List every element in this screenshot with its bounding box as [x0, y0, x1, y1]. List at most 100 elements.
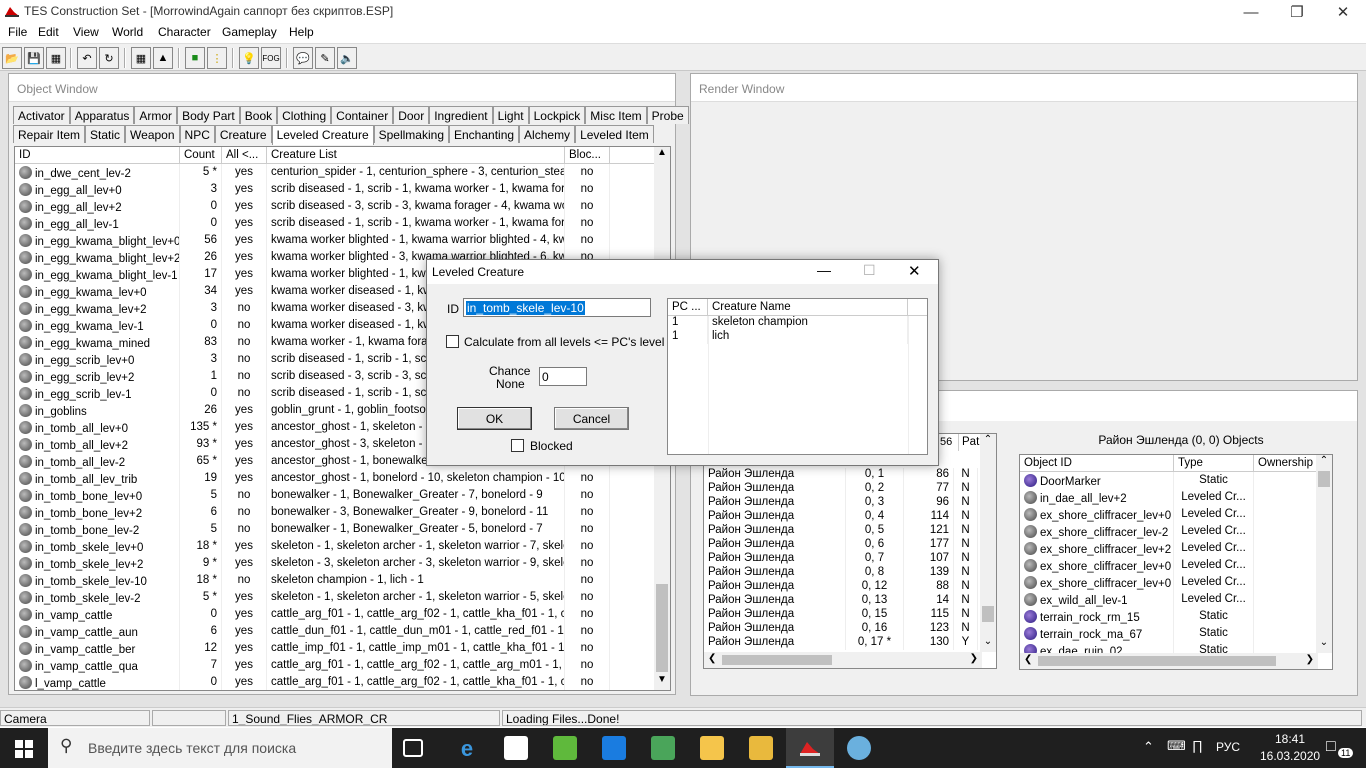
chance-none-field[interactable]: 0 — [539, 367, 587, 386]
object-row[interactable]: ex_shore_cliffracer_lev+0 Leveled Cr... — [1020, 506, 1332, 523]
preferences-icon[interactable]: ▦ — [46, 47, 66, 69]
cell-vertical-scrollbar[interactable]: ⌃ ⌄ — [980, 434, 996, 652]
table-row[interactable]: in_egg_all_lev+2 0 yes scrib diseased - 3, … — [15, 198, 670, 215]
tes-cs-taskbar-button[interactable] — [786, 728, 834, 768]
scroll-up-arrow[interactable]: ▲ — [654, 147, 670, 163]
table-row[interactable]: in_vamp_cattle 0 yes cattle_arg_f01 - 1, ca… — [15, 606, 670, 623]
sound-icon[interactable]: 🔈 — [337, 47, 357, 69]
input-method-icon[interactable]: ⌨ — [1167, 738, 1186, 754]
xbox-app-icon[interactable] — [553, 736, 577, 760]
blocked-checkbox[interactable] — [511, 439, 524, 452]
id-field[interactable]: in_tomb_skele_lev-10 — [463, 298, 651, 317]
table-row[interactable]: in_tomb_skele_lev+0 18 * yes skeleton - 1, … — [15, 538, 670, 555]
fog-icon[interactable]: FOG — [261, 47, 281, 69]
column-header-creature-name[interactable]: Creature Name — [708, 299, 908, 315]
clock-date[interactable]: 16.03.2020 — [1260, 749, 1320, 763]
tab-npc[interactable]: NPC — [179, 125, 215, 143]
object-row[interactable]: ex_shore_cliffracer_lev+2 Leveled Cr... — [1020, 540, 1332, 557]
column-header-id[interactable]: ID — [15, 147, 180, 163]
cell-horizontal-scrollbar[interactable]: ❮ ❯ — [704, 652, 982, 668]
tab-probe[interactable]: Probe — [646, 106, 689, 124]
task-view-icon[interactable] — [403, 739, 423, 757]
table-row[interactable]: in_tomb_all_lev_trib 19 yes ancestor_ghost … — [15, 470, 670, 487]
column-header-ownership[interactable]: Ownership — [1254, 455, 1318, 471]
tab-ingredient[interactable]: Ingredient — [429, 106, 493, 124]
table-row[interactable]: in_tomb_bone_lev+2 6 no bonewalker - 3, Bon… — [15, 504, 670, 521]
tab-activator[interactable]: Activator — [13, 106, 70, 124]
tab-container[interactable]: Container — [331, 106, 394, 124]
dialogue-icon[interactable]: 💬 — [293, 47, 313, 69]
cell-row[interactable]: Район Эшленда 0, 4 114 N — [704, 510, 984, 524]
taskbar-search-box[interactable]: ⚲ Введите здесь текст для поиска — [48, 728, 392, 768]
tab-static[interactable]: Static — [85, 125, 126, 143]
objects-horizontal-scrollbar[interactable]: ❮ ❯ — [1020, 653, 1318, 669]
notification-icon[interactable]: □ — [1326, 738, 1336, 756]
redo-icon[interactable]: ↻ — [99, 47, 119, 69]
table-row[interactable]: in_vamp_cattle_qua 7 yes cattle_arg_f01 - 1… — [15, 657, 670, 674]
objects-vertical-scrollbar[interactable]: ⌃ ⌄ — [1316, 455, 1332, 653]
table-row[interactable]: l_vamp_cattle 0 yes cattle_arg_f01 - 1, cat… — [15, 674, 670, 690]
table-row[interactable]: in_egg_all_lev-1 0 yes scrib diseased - 1, … — [15, 215, 670, 232]
chevron-up-icon[interactable]: ⌃ — [1143, 739, 1154, 755]
grid-icon[interactable]: ▦ — [131, 47, 151, 69]
tab-apparatus[interactable]: Apparatus — [69, 106, 135, 124]
object-row[interactable]: ex_shore_cliffracer_lev+0 Leveled Cr... — [1020, 574, 1332, 591]
column-header-object-id[interactable]: Object ID — [1020, 455, 1174, 471]
windows-start-icon[interactable] — [15, 740, 33, 758]
ok-button[interactable]: OK — [457, 407, 532, 430]
list-item[interactable]: 1 skeleton champion — [668, 316, 927, 330]
table-row[interactable]: in_egg_kwama_blight_lev+0 56 yes kwama work… — [15, 232, 670, 249]
cell-row[interactable]: Район Эшленда 0, 8 139 N — [704, 566, 984, 580]
edge-icon[interactable]: e — [455, 736, 479, 761]
column-header-type[interactable]: Type — [1174, 455, 1254, 471]
table-row[interactable]: in_vamp_cattle_aun 6 yes cattle_dun_f01 - 1… — [15, 623, 670, 640]
cell-row[interactable]: Район Эшленда 0, 15 115 N — [704, 608, 984, 622]
table-row[interactable]: in_dwe_cent_lev-2 5 * yes centurion_spider … — [15, 164, 670, 181]
landscape-icon[interactable]: ■ — [185, 47, 205, 69]
scroll-thumb[interactable] — [982, 606, 994, 622]
menu-gameplay[interactable]: Gameplay — [216, 25, 283, 39]
tab-alchemy[interactable]: Alchemy — [519, 125, 576, 143]
object-row[interactable]: terrain_rock_rm_15 Static — [1020, 608, 1332, 625]
cell-row[interactable]: Район Эшленда 0, 1 86 N — [704, 468, 984, 482]
cell-row[interactable]: Район Эшленда 0, 13 14 N — [704, 594, 984, 608]
cell-row[interactable]: Район Эшленда 0, 17 * 130 Y — [704, 636, 984, 650]
column-header-creature-list[interactable]: Creature List — [267, 147, 565, 163]
store-icon[interactable] — [504, 736, 528, 760]
column-header-path[interactable]: Pat — [958, 434, 982, 451]
tab-clothing[interactable]: Clothing — [277, 106, 332, 124]
save-icon[interactable]: 💾 — [24, 47, 44, 69]
tab-spellmaking[interactable]: Spellmaking — [373, 125, 449, 143]
cancel-button[interactable]: Cancel — [554, 407, 629, 430]
scroll-down-arrow[interactable]: ▼ — [654, 674, 670, 690]
scroll-up-arrow[interactable]: ⌃ — [980, 434, 996, 450]
table-row[interactable]: in_tomb_bone_lev+0 5 no bonewalker - 1, Bon… — [15, 487, 670, 504]
object-row[interactable]: ex_shore_cliffracer_lev+0 Leveled Cr... — [1020, 557, 1332, 574]
menu-character[interactable]: Character — [152, 25, 217, 39]
cell-row[interactable]: Район Эшленда 0, 3 96 N — [704, 496, 984, 510]
menu-help[interactable]: Help — [283, 25, 320, 39]
table-row[interactable]: in_vamp_cattle_ber 12 yes cattle_imp_f01 - … — [15, 640, 670, 657]
scroll-right-arrow[interactable]: ❯ — [1306, 654, 1314, 665]
object-row[interactable]: terrain_rock_ma_67 Static — [1020, 625, 1332, 642]
tab-book[interactable]: Book — [239, 106, 278, 124]
tab-light[interactable]: Light — [492, 106, 529, 124]
cell-row[interactable]: Район Эшленда 0, 6 177 N — [704, 538, 984, 552]
scroll-left-arrow[interactable]: ❮ — [1024, 654, 1032, 665]
cell-row[interactable]: Район Эшленда 0, 7 107 N — [704, 552, 984, 566]
tab-leveled-creature[interactable]: Leveled Creature — [271, 125, 374, 145]
scroll-thumb[interactable] — [1318, 471, 1330, 487]
scroll-thumb[interactable] — [1038, 656, 1276, 666]
tab-enchanting[interactable]: Enchanting — [449, 125, 520, 143]
cell-row[interactable]: Район Эшленда 0, 5 121 N — [704, 524, 984, 538]
column-header-all[interactable]: All <... — [222, 147, 267, 163]
folder-app-icon[interactable] — [749, 736, 773, 760]
tab-misc-item[interactable]: Misc Item — [585, 106, 647, 124]
scroll-down-arrow[interactable]: ⌄ — [980, 636, 996, 652]
light-icon[interactable]: 💡 — [239, 47, 259, 69]
file-explorer-icon[interactable] — [700, 736, 724, 760]
clock-time[interactable]: 18:41 — [1275, 732, 1305, 746]
mail-icon[interactable] — [602, 736, 626, 760]
menu-view[interactable]: View — [67, 25, 105, 39]
object-row[interactable]: ex_shore_cliffracer_lev-2 Leveled Cr... — [1020, 523, 1332, 540]
